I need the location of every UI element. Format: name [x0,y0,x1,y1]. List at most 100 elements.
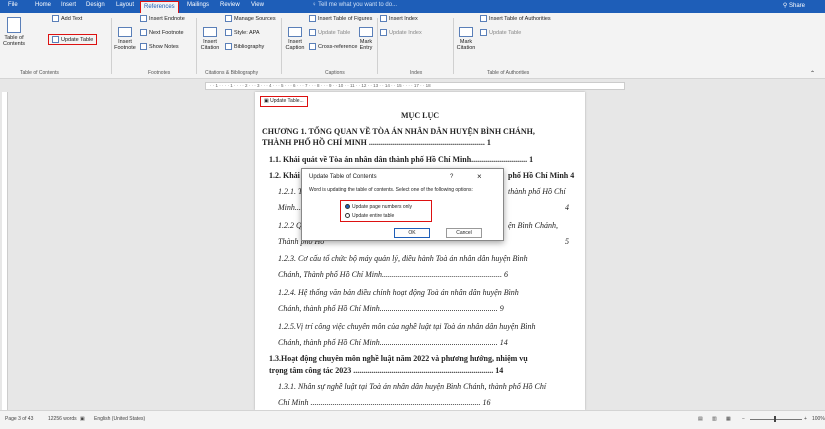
group-label-citations: Citations & Bibliography [205,70,259,76]
close-icon[interactable]: × [477,172,482,181]
group-label-footnotes: Footnotes [148,70,171,76]
show-notes-button[interactable]: Show Notes [140,43,179,50]
document-page[interactable]: ▣ Update Table... MỤC LỤC CHƯƠNG 1. TỔNG… [255,92,585,410]
radio-page-numbers-only[interactable]: Update page numbers only [345,204,412,210]
manage-sources-button[interactable]: Manage Sources [225,15,276,22]
zoom-slider-thumb[interactable] [774,416,776,422]
update-figures-table-button[interactable]: Update Table [309,29,350,36]
page-count[interactable]: Page 3 of 43 [5,416,33,422]
radio-selected-icon [345,204,350,210]
show-notes-label: Show Notes [149,43,179,50]
style-icon [225,29,232,36]
zoom-level[interactable]: 100% [812,416,825,422]
cancel-button[interactable]: Cancel [446,228,482,238]
tab-home[interactable]: Home [35,2,51,8]
toc-entry[interactable]: 1.2.4. Hệ thống văn bản điều chỉnh hoạt … [278,288,519,297]
insert-citation-label: Insert Citation [200,39,220,51]
share-button[interactable]: ⚲ Share [783,2,805,9]
toc-update-table-button[interactable]: ▣ Update Table... [260,96,308,107]
update-authorities-button[interactable]: Update Table [480,29,521,36]
insert-endnote-button[interactable]: Insert Endnote [140,15,185,22]
mark-citation-label: Mark Citation [456,39,476,51]
group-label-index: Index [410,70,423,76]
update-figures-icon [309,29,316,36]
insert-caption-button[interactable]: Insert Caption [284,27,306,51]
status-bar: Page 3 of 43 12256 words ▣ English (Unit… [0,410,825,429]
show-notes-icon [140,43,147,50]
zoom-out-icon[interactable]: − [742,416,745,422]
insert-table-of-figures-button[interactable]: Insert Table of Figures [309,15,372,22]
insert-citation-button[interactable]: Insert Citation [199,27,221,51]
mark-entry-button[interactable]: Mark Entry [357,27,375,51]
toc-entry[interactable]: 1.3.1. Nhân sự nghề luật tại Toà án nhân… [278,382,546,391]
toc-entry[interactable]: Chánh, Thành phố Hồ Chí Minh............… [278,270,508,279]
help-icon[interactable]: ? [450,174,453,180]
toc-update-label: Update Table... [270,98,304,104]
word-count[interactable]: 12256 words [48,416,77,422]
print-layout-icon[interactable]: ▥ [712,416,717,422]
web-layout-icon[interactable]: ▦ [726,416,731,422]
citation-icon [203,27,217,37]
toc-entry[interactable]: Chánh, thành phố Hồ Chí Minh............… [278,338,508,347]
language-indicator[interactable]: English (United States) [94,416,145,422]
dialog-message: Word is updating the table of contents. … [309,187,473,193]
toc-entry[interactable]: 1.2.3. Cơ cấu tổ chức bộ máy quản lý, đi… [278,254,528,263]
insert-footnote-button[interactable]: Insert Footnote [114,27,136,51]
next-footnote-button[interactable]: Next Footnote [140,29,184,36]
tab-review[interactable]: Review [220,2,240,8]
toc-entry[interactable]: Chí Minh ...............................… [278,398,490,407]
tab-layout[interactable]: Layout [116,2,134,8]
toc-entry[interactable]: 1.2.5.Vị trí công việc chuyên môn của ng… [278,322,535,331]
toc-entry-fragment: 4 [565,203,569,212]
insert-index-button[interactable]: Insert Index [380,15,418,22]
tab-mailings[interactable]: Mailings [187,2,209,8]
cross-reference-button[interactable]: Cross-reference [309,43,357,50]
bibliography-button[interactable]: Bibliography [225,43,264,50]
ribbon-tab-bar: File Home Insert Design Layout Reference… [0,0,825,13]
ribbon-references: Table of Contents Add Text Update Table … [0,13,825,79]
share-label: Share [788,3,805,9]
style-dropdown[interactable]: Style: APA [225,29,260,36]
tab-insert[interactable]: Insert [61,2,76,8]
tab-view[interactable]: View [251,2,264,8]
manage-sources-icon [225,15,232,22]
insert-endnote-label: Insert Endnote [149,15,185,22]
vertical-ruler[interactable] [2,92,8,410]
tab-design[interactable]: Design [86,2,105,8]
toc-entry[interactable]: 1.3.Hoạt động chuyên môn nghề luật năm 2… [269,354,528,363]
collapse-ribbon-icon[interactable]: ⌃ [810,70,815,77]
update-options-group: Update page numbers only Update entire t… [340,200,432,222]
tab-references[interactable]: References [140,1,179,13]
insert-table-of-authorities-button[interactable]: Insert Table of Authorities [480,15,551,22]
tab-file[interactable]: File [8,2,18,8]
endnote-icon [140,15,147,22]
update-toa-label: Update Table [489,29,522,36]
radio-entire-table[interactable]: Update entire table [345,213,394,219]
update-index-button[interactable]: Update Index [380,29,422,36]
toc-entry[interactable]: 1.1. Khái quát về Tòa án nhân dân thành … [269,155,533,164]
mark-citation-button[interactable]: Mark Citation [456,27,476,51]
read-mode-icon[interactable]: ▤ [698,416,703,422]
zoom-in-icon[interactable]: + [804,416,807,422]
horizontal-ruler[interactable]: · · 1 · · · · 1 · · · · 2 · · · 3 · · · … [205,82,625,90]
add-text-button[interactable]: Add Text [52,15,82,22]
toc-entry-fragment: phố Hồ Chí Minh 4 [508,171,575,180]
insert-toa-label: Insert Table of Authorities [489,15,551,22]
toc-entry-fragment: ện Bình Chánh, [508,221,558,230]
table-of-contents-button[interactable]: Table of Contents [3,17,25,47]
cross-reference-icon [309,43,316,50]
mark-entry-icon [359,27,373,37]
zoom-slider[interactable] [750,419,802,420]
ok-button[interactable]: OK [394,228,430,238]
toc-entry[interactable]: trọng tâm công tác 2023 ................… [269,366,503,375]
separator [453,18,454,74]
toc-entry[interactable]: Chánh, thành phố Hồ Chí Minh............… [278,304,504,313]
update-table-button[interactable]: Update Table [48,34,98,45]
tell-me-search[interactable]: ♀ Tell me what you want to do... [312,2,397,8]
update-authorities-icon [480,29,487,36]
update-figures-label: Update Table [318,29,351,36]
toc-entry[interactable]: THÀNH PHỐ HỒ CHÍ MINH ..................… [262,138,491,147]
toc-entry[interactable]: CHƯƠNG 1. TỔNG QUAN VỀ TÒA ÁN NHÂN DÂN H… [262,127,535,136]
proofing-icon[interactable]: ▣ [80,416,85,422]
group-label-captions: Captions [325,70,345,76]
